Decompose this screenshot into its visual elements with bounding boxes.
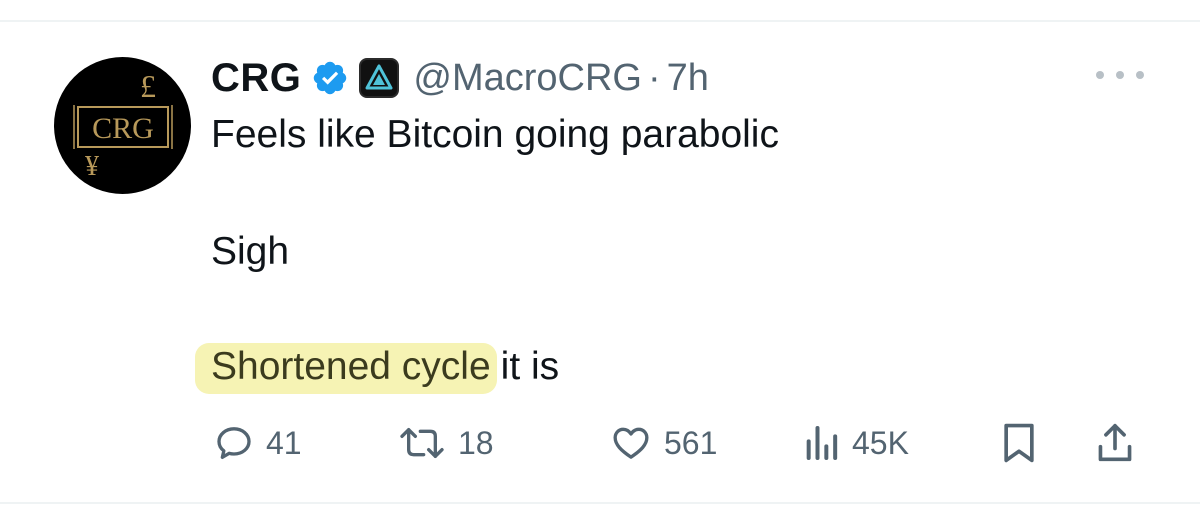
timestamp[interactable]: 7h	[667, 57, 709, 100]
like-button[interactable]: 561	[610, 415, 717, 471]
top-divider	[0, 20, 1200, 22]
username-handle[interactable]: @MacroCRG	[413, 57, 642, 100]
tweet-text-line-2: Sigh	[211, 230, 290, 273]
avatar-pound-symbol: £	[140, 68, 156, 104]
avatar-logo: CRG £ ¥	[73, 68, 173, 182]
more-dot	[1116, 71, 1124, 79]
reply-icon	[217, 427, 251, 459]
bookmark-icon	[1004, 423, 1034, 463]
retweet-count: 18	[458, 424, 494, 461]
more-dot	[1136, 71, 1144, 79]
more-options-icon[interactable]	[1096, 62, 1144, 88]
display-name[interactable]: CRG	[211, 56, 301, 101]
tweet-text-line-1: Feels like Bitcoin going parabolic	[211, 113, 779, 156]
views-count: 45K	[852, 424, 909, 461]
share-button[interactable]	[1095, 415, 1135, 471]
avatar-logo-text: CRG	[92, 112, 154, 145]
share-icon	[1098, 423, 1132, 462]
like-count: 561	[664, 424, 718, 461]
reply-button[interactable]: 41	[214, 415, 302, 471]
bookmark-button[interactable]	[1000, 415, 1038, 471]
affiliate-logo-icon[interactable]	[359, 58, 400, 98]
reply-count: 41	[266, 424, 302, 461]
avatar-yen-symbol: ¥	[85, 151, 99, 182]
more-dot	[1096, 71, 1104, 79]
avatar[interactable]: CRG £ ¥	[54, 57, 191, 194]
heart-icon	[613, 427, 649, 459]
bottom-divider	[0, 502, 1200, 504]
tweet-header: CRG @MacroCRG · 7h	[211, 52, 709, 104]
highlighted-text: Shortened cycle	[195, 343, 497, 394]
views-chart-icon	[806, 426, 838, 460]
tweet-text-line-3: Shortened cycle it is	[195, 343, 560, 394]
retweet-button[interactable]: 18	[398, 415, 494, 471]
retweet-icon	[400, 428, 444, 458]
tweet-text-rest: it is	[500, 345, 560, 388]
action-bar: 41 18 561 45K	[0, 415, 1200, 471]
verified-badge-icon[interactable]	[311, 59, 349, 97]
views-button[interactable]: 45K	[804, 415, 909, 471]
separator-dot: ·	[647, 56, 661, 99]
